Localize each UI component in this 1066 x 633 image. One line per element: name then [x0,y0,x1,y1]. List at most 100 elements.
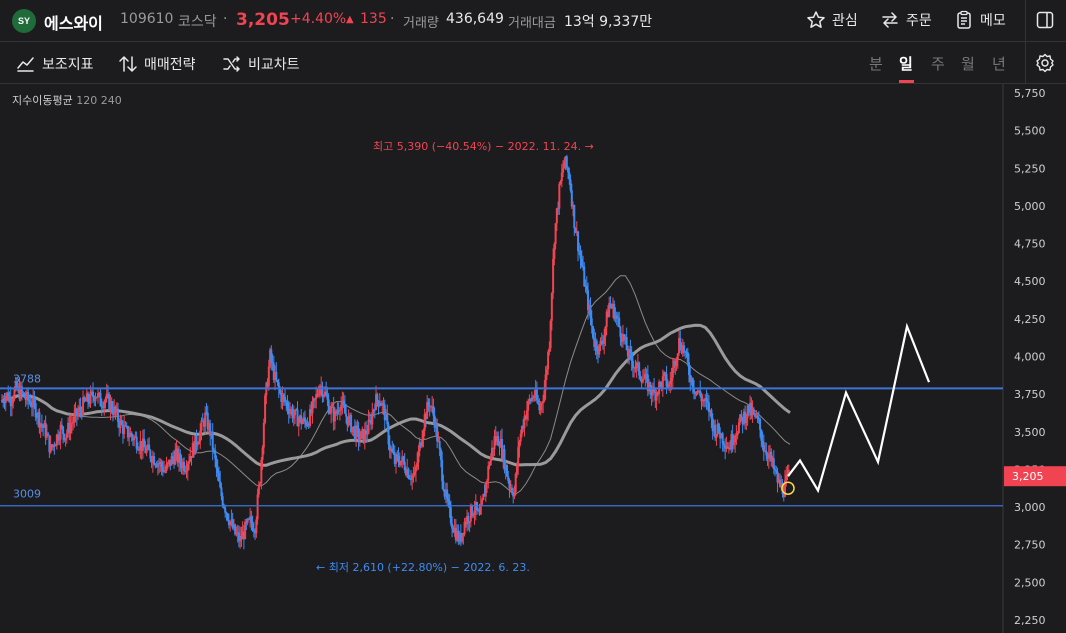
candle-body [489,456,492,466]
candle-body [451,523,454,529]
candle-body [609,303,612,306]
candle-body [376,394,379,401]
ma-legend[interactable]: 지수이동평균 120 240 [12,92,122,108]
candle-body [34,403,37,418]
price-chart[interactable]: 3788 3009 5,750 5,500 5,250 5,000 4,750 4,500 4… [0,84,1066,633]
candle-body [270,349,273,362]
candle-body [257,484,260,495]
period-week-tab[interactable]: 주 [931,53,945,74]
compare-label: 비교차트 [248,57,300,73]
candle-body [721,433,724,444]
candle-body [297,419,300,427]
candle-body [282,394,285,397]
candle-body [518,441,521,448]
candle-body [13,389,16,400]
candle-body [371,412,374,425]
candle-body [619,326,622,337]
candle-body [322,395,325,398]
candle-body [279,389,282,393]
candle-body [217,472,220,482]
period-year-tab[interactable]: 년 [992,53,1006,74]
candle-body [244,521,247,539]
candle-body [563,161,566,169]
candle-body [358,439,361,441]
candle-body [691,377,694,390]
candle-body [145,448,148,454]
candle-body [670,377,673,381]
candle-body [722,443,725,446]
candle-body [59,424,62,440]
candle-body [215,458,218,469]
candle-body [752,409,755,413]
candle-body [514,473,517,492]
candle-body [28,400,31,402]
candle-body [367,419,370,434]
candle-body [491,447,494,457]
candle-body [214,450,217,459]
candle-body [87,393,90,403]
candle-body [446,489,449,500]
y-tick-label: 2,500 [1014,576,1046,589]
candle-body [200,420,203,431]
candle-body [62,426,65,435]
shuffle-icon [223,56,240,72]
candle-body [185,470,188,472]
candle-body [774,469,777,471]
ma-period-240: 240 [100,94,122,107]
candle-body [540,403,543,405]
candle-body [775,470,778,472]
candle-body [396,454,399,457]
candle-body [679,337,682,349]
candle-body [635,363,638,369]
candle-body [186,463,189,471]
candle-body [595,340,598,352]
watch-button[interactable]: 관심 [806,10,858,30]
candle-body [558,183,561,209]
candle-body [412,474,415,476]
indicator-button[interactable]: 보조지표 [16,54,94,74]
candle-body [550,293,553,321]
strategy-button[interactable]: 매매전략 [118,54,196,74]
candle-body [204,412,207,427]
candle-body [577,231,580,252]
candle-body [92,391,95,398]
candle-body [762,444,765,452]
candle-body [442,481,445,491]
candle-body [4,395,7,404]
candle-body [717,423,720,433]
candle-body [259,483,262,485]
memo-button[interactable]: 메모 [954,10,1006,30]
candle-body [143,438,146,448]
candle-body [732,442,735,446]
amount-label: 거래대금 [508,16,556,31]
current-price: 3,205 [236,10,290,30]
candle-body [338,409,341,412]
candle-body [12,399,15,403]
candle-body [649,382,652,392]
candle-body [638,362,641,376]
sidebar-toggle-button[interactable] [1036,11,1054,29]
period-day-tab[interactable]: 일 [899,53,913,74]
candle-body [439,449,442,460]
candle-body [79,406,82,411]
candle-body [598,344,601,355]
candle-body [547,351,550,370]
stock-code: 109610 [120,11,174,27]
period-month-tab[interactable]: 월 [961,53,975,74]
candle-body [734,436,737,443]
candle-body [330,407,333,414]
candle-body [539,403,542,411]
candle-body [447,499,450,502]
period-minute-tab[interactable]: 분 [869,53,883,74]
candle-body [671,367,674,378]
candle-body [128,436,131,438]
panel-icon [1036,11,1054,29]
candle-body [567,167,570,173]
compare-button[interactable]: 비교차트 [222,54,300,74]
candle-body [27,391,30,401]
candle-body [196,444,199,446]
candle-body [271,361,274,364]
chart-settings-button[interactable] [1035,53,1055,73]
stock-name[interactable]: 에스와이 [44,10,103,34]
order-button[interactable]: 주문 [880,10,932,30]
